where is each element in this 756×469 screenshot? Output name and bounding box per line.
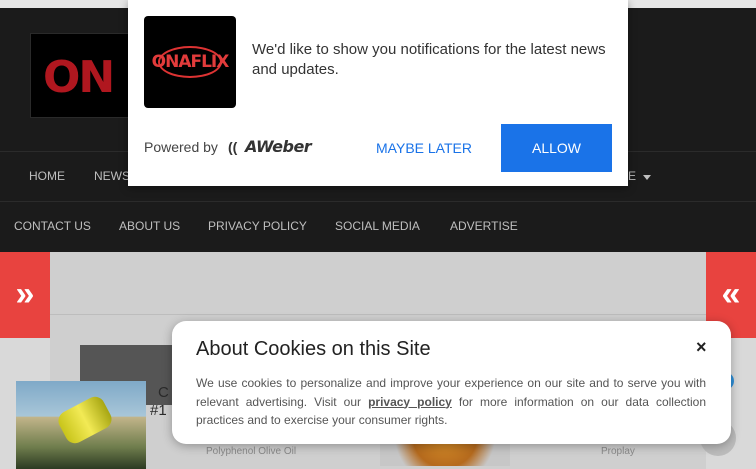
allow-button[interactable]: ALLOW bbox=[501, 124, 612, 172]
nav-item-social[interactable]: SOCIAL MEDIA bbox=[335, 219, 420, 233]
site-logo-text: ON bbox=[43, 52, 115, 103]
nav-item-advertise[interactable]: ADVERTISE bbox=[450, 219, 518, 233]
maybe-later-button[interactable]: MAYBE LATER bbox=[364, 124, 484, 172]
nav-item-privacy[interactable]: PRIVACY POLICY bbox=[208, 219, 307, 233]
secondary-nav: CONTACT US ABOUT US PRIVACY POLICY SOCIA… bbox=[0, 201, 756, 251]
promo-image[interactable] bbox=[16, 381, 146, 469]
promo-title[interactable]: C #1 bbox=[150, 384, 169, 420]
aweber-logo: AWeber bbox=[245, 137, 312, 156]
notification-prompt: ONAFLIX We'd like to show you notificati… bbox=[128, 0, 628, 186]
divider bbox=[50, 314, 706, 315]
ad-label[interactable]: Proplay bbox=[601, 446, 635, 457]
cookie-dialog: About Cookies on this Site × We use cook… bbox=[172, 321, 731, 444]
cookie-title: About Cookies on this Site bbox=[196, 338, 431, 360]
double-chevron-left-icon: « bbox=[721, 275, 741, 313]
notification-message: We'd like to show you notifications for … bbox=[252, 41, 606, 78]
bottle-image bbox=[54, 393, 116, 447]
ad-label[interactable]: Polyphenol Olive Oil bbox=[206, 446, 296, 457]
nav-item-news[interactable]: NEWS bbox=[94, 169, 130, 183]
left-sidebar-toggle[interactable]: » bbox=[0, 252, 50, 338]
chevron-down-icon bbox=[643, 175, 651, 180]
nav-item-contact[interactable]: CONTACT US bbox=[14, 219, 91, 233]
nav-item-more[interactable]: E bbox=[628, 169, 636, 183]
privacy-policy-link[interactable]: privacy policy bbox=[368, 395, 452, 409]
nav-item-home[interactable]: HOME bbox=[29, 169, 65, 183]
double-chevron-right-icon: » bbox=[15, 275, 35, 313]
close-icon[interactable]: × bbox=[696, 337, 707, 358]
powered-by-label: Powered by bbox=[144, 139, 218, 155]
notification-logo: ONAFLIX bbox=[144, 16, 236, 108]
cookie-body: We use cookies to personalize and improv… bbox=[196, 376, 706, 427]
nav-item-about[interactable]: ABOUT US bbox=[119, 219, 180, 233]
aweber-icon: (( bbox=[228, 139, 238, 155]
